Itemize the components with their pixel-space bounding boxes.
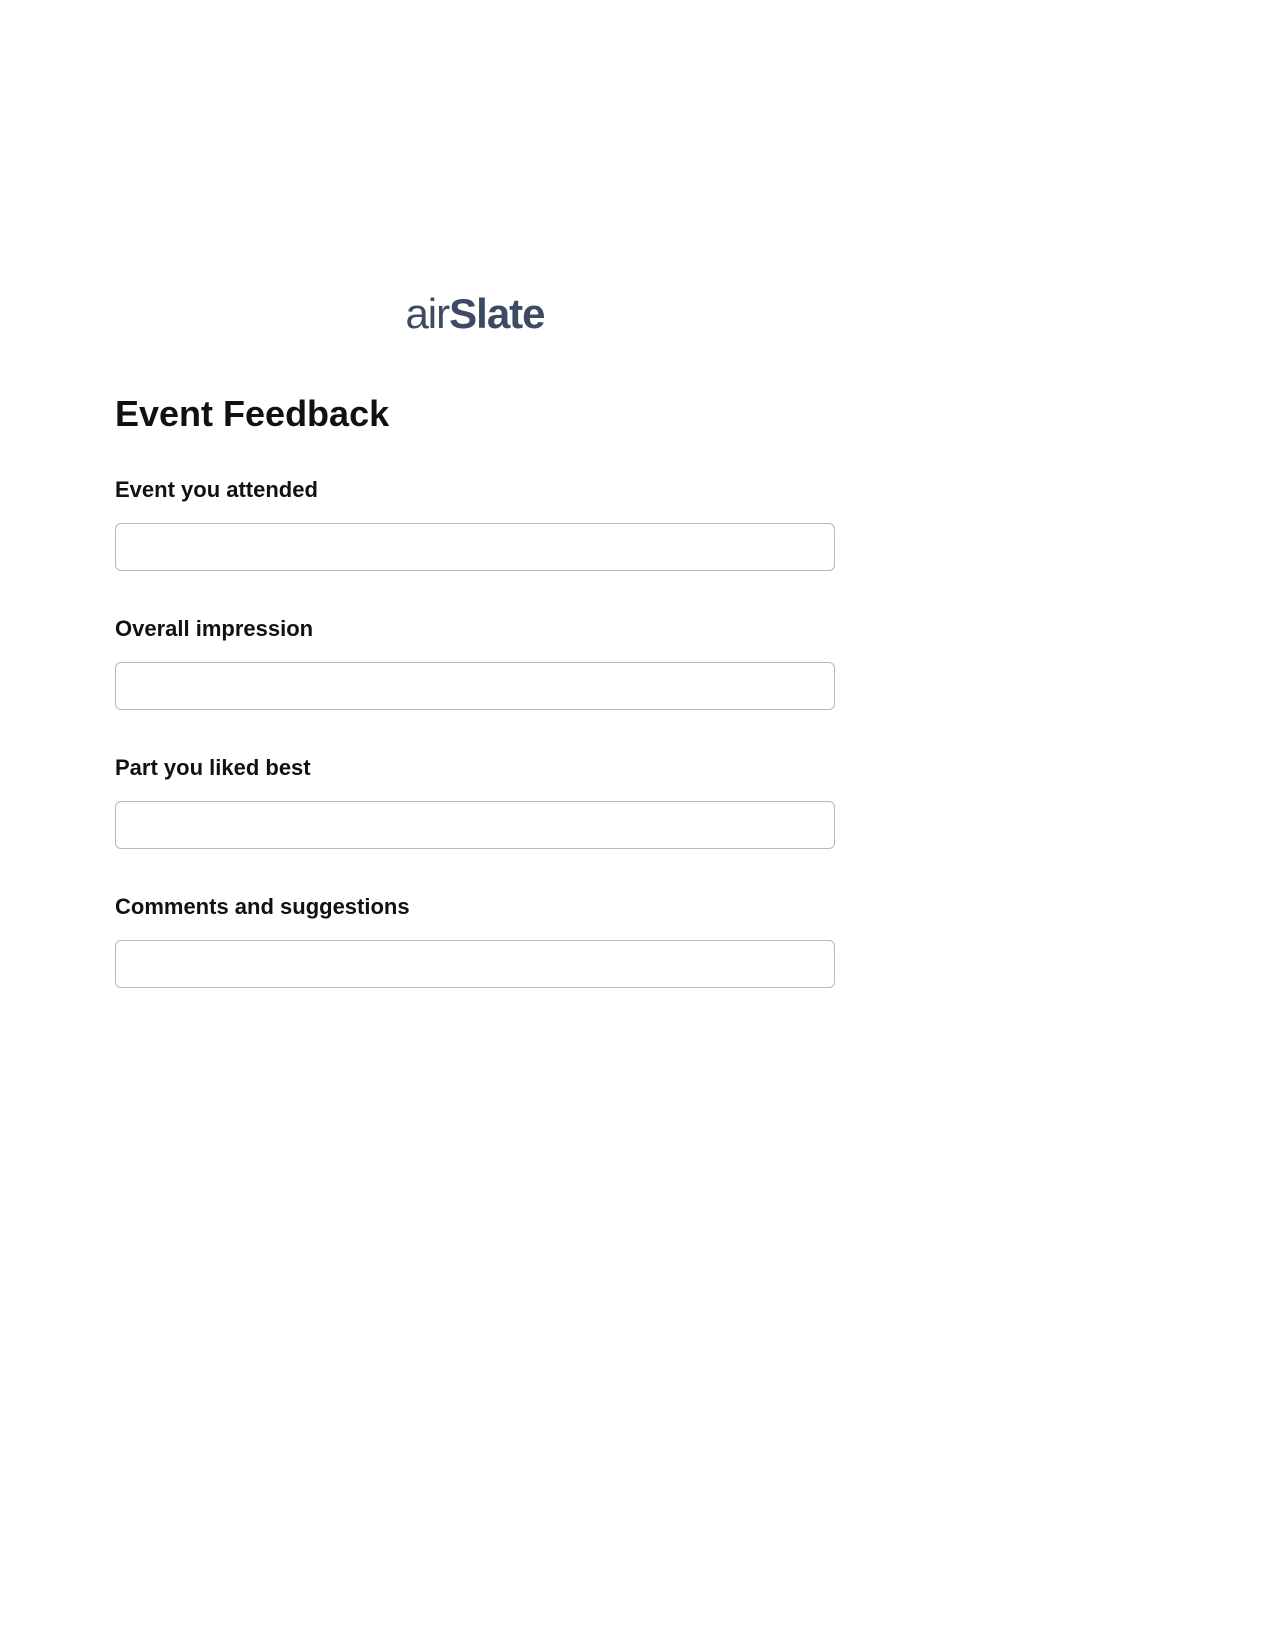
input-part-liked-best[interactable] (115, 801, 835, 849)
logo-part-slate: Slate (449, 290, 544, 337)
label-part-liked-best: Part you liked best (115, 755, 835, 781)
field-part-liked-best: Part you liked best (115, 755, 835, 849)
field-event-attended: Event you attended (115, 477, 835, 571)
input-overall-impression[interactable] (115, 662, 835, 710)
label-comments-suggestions: Comments and suggestions (115, 894, 835, 920)
form-container: airSlate Event Feedback Event you attend… (115, 290, 835, 1033)
page-title: Event Feedback (115, 393, 835, 435)
input-event-attended[interactable] (115, 523, 835, 571)
field-comments-suggestions: Comments and suggestions (115, 894, 835, 988)
logo-wrap: airSlate (115, 290, 835, 338)
field-overall-impression: Overall impression (115, 616, 835, 710)
logo-part-air: air (405, 290, 449, 337)
input-comments-suggestions[interactable] (115, 940, 835, 988)
airslate-logo: airSlate (405, 290, 544, 338)
label-overall-impression: Overall impression (115, 616, 835, 642)
label-event-attended: Event you attended (115, 477, 835, 503)
